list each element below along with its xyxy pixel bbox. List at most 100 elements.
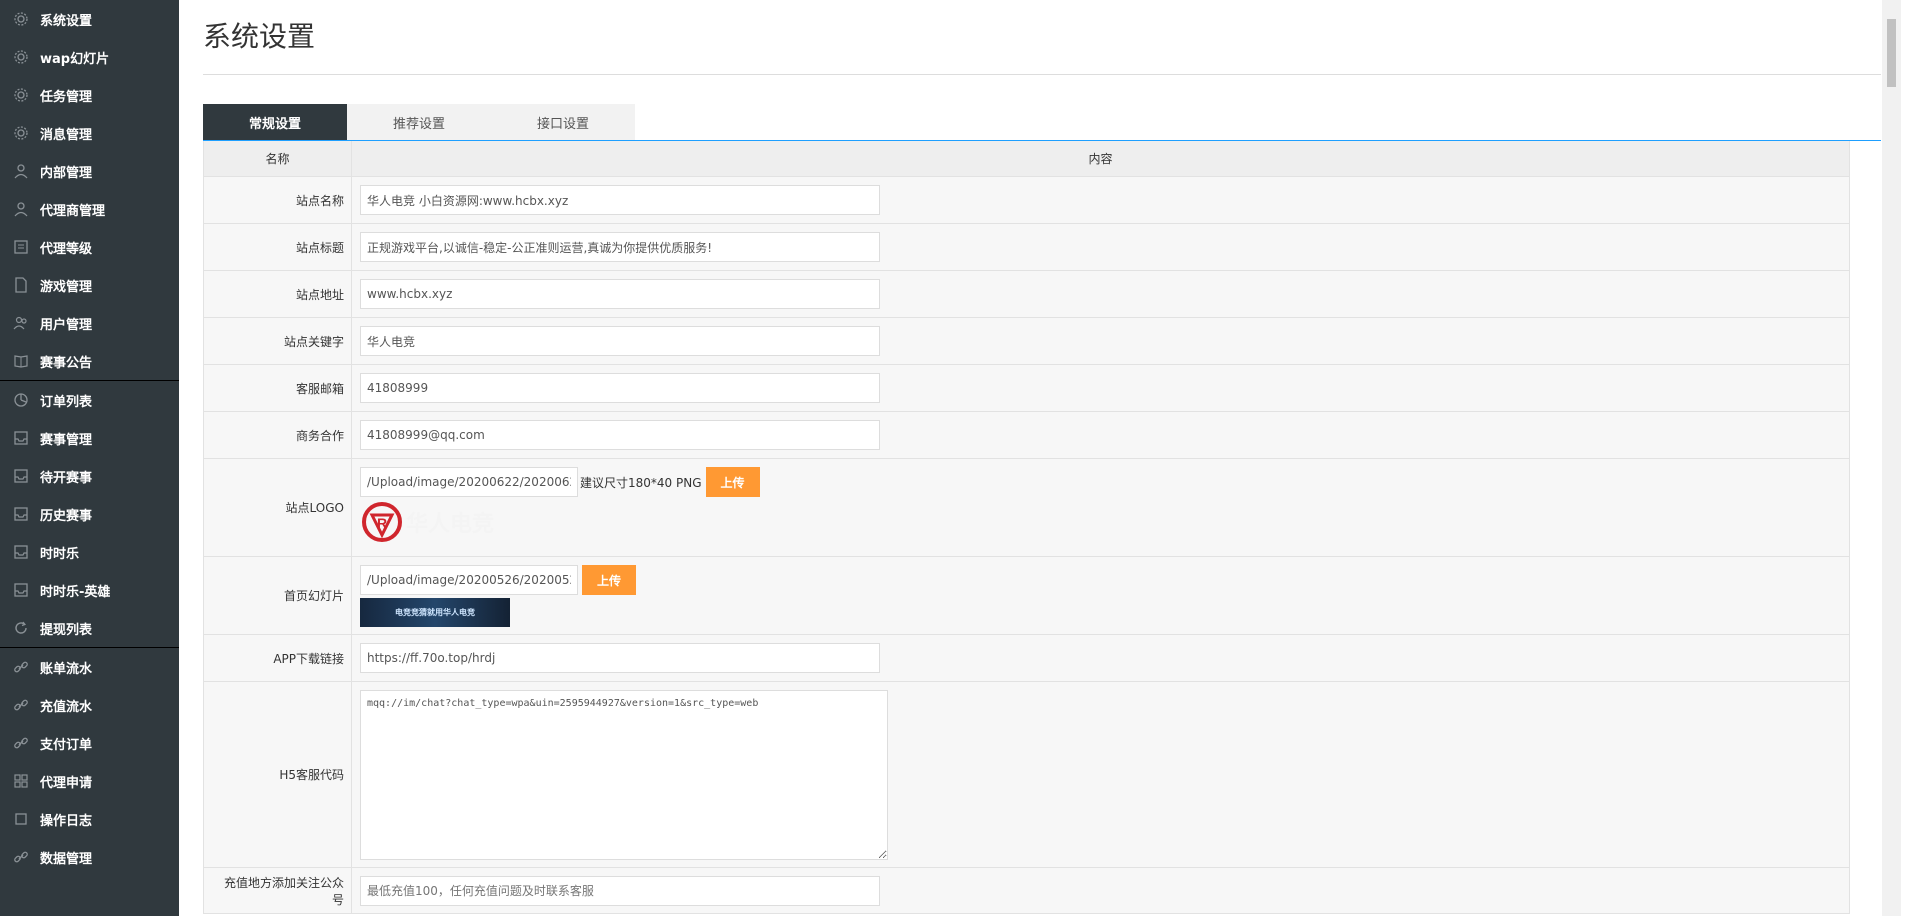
sidebar-item-7[interactable]: 代理等级 bbox=[0, 228, 179, 266]
sidebar-item-18[interactable]: 账单流水 bbox=[0, 648, 179, 686]
page-title: 系统设置 bbox=[203, 20, 316, 53]
table-row: 充值地方添加关注公众号 bbox=[204, 868, 1849, 914]
table-row: 站点地址 bbox=[204, 271, 1849, 318]
users-icon bbox=[12, 314, 30, 332]
sidebar-item-14[interactable]: 历史赛事 bbox=[0, 495, 179, 533]
sidebar-item-3[interactable]: 任务管理 bbox=[0, 76, 179, 114]
logo-size-hint: 建议尺寸180*40 PNG bbox=[580, 475, 702, 490]
gear-icon bbox=[12, 10, 30, 28]
sidebar-item-21[interactable]: 代理申请 bbox=[0, 762, 179, 800]
doc-box-icon bbox=[12, 238, 30, 256]
sidebar-item-23[interactable]: 数据管理 bbox=[0, 838, 179, 876]
link-icon bbox=[12, 696, 30, 714]
sidebar-item-12[interactable]: 赛事管理 bbox=[0, 419, 179, 457]
site-title-input[interactable] bbox=[360, 232, 880, 262]
logo-emblem-icon: R bbox=[362, 502, 402, 542]
sidebar-item-17[interactable]: 提现列表 bbox=[0, 609, 179, 647]
slide-banner-text: 电竞竞猜就用华人电竞 bbox=[395, 608, 475, 617]
site-name-input[interactable] bbox=[360, 185, 880, 215]
sidebar-item-label: 内部管理 bbox=[40, 165, 93, 181]
sidebar-item-11[interactable]: 订单列表 bbox=[0, 381, 179, 419]
tab-recommend-settings[interactable]: 推荐设置 bbox=[347, 104, 491, 140]
recharge-label: 充值地方添加关注公众号 bbox=[204, 868, 352, 913]
table-header: 名称 内容 bbox=[204, 141, 1849, 177]
inbox-icon bbox=[12, 581, 30, 599]
table-row: H5客服代码 mqq://im/chat?chat_type=wpa&uin=2… bbox=[204, 682, 1849, 868]
sidebar-item-label: 提现列表 bbox=[40, 622, 93, 638]
inbox-icon bbox=[12, 505, 30, 523]
slide-preview: 电竞竞猜就用华人电竞 bbox=[360, 598, 510, 627]
site-name-label: 站点名称 bbox=[204, 177, 352, 223]
sidebar-item-label: 任务管理 bbox=[40, 89, 93, 105]
sidebar-item-10[interactable]: 赛事公告 bbox=[0, 342, 179, 380]
h5-service-textarea[interactable]: mqq://im/chat?chat_type=wpa&uin=25959449… bbox=[360, 689, 888, 860]
sidebar-item-label: 操作日志 bbox=[40, 813, 93, 829]
sidebar-item-16[interactable]: 时时乐-英雄 bbox=[0, 571, 179, 609]
sidebar-item-6[interactable]: 代理商管理 bbox=[0, 190, 179, 228]
inbox-icon bbox=[12, 429, 30, 447]
sidebar-item-9[interactable]: 用户管理 bbox=[0, 304, 179, 342]
sidebar-item-label: 账单流水 bbox=[40, 661, 93, 677]
sidebar-item-8[interactable]: 游戏管理 bbox=[0, 266, 179, 304]
sidebar-item-label: 赛事公告 bbox=[40, 355, 93, 371]
table-row: 商务合作 bbox=[204, 412, 1849, 459]
sidebar-item-label: 赛事管理 bbox=[40, 432, 93, 448]
table-row: APP下载链接 bbox=[204, 635, 1849, 682]
gear-icon bbox=[12, 48, 30, 66]
site-url-input[interactable] bbox=[360, 279, 880, 309]
sidebar-item-label: 代理商管理 bbox=[40, 203, 106, 219]
sidebar-item-label: 代理等级 bbox=[40, 241, 93, 257]
site-title-label: 站点标题 bbox=[204, 224, 352, 270]
sidebar-item-5[interactable]: 内部管理 bbox=[0, 152, 179, 190]
tab-general-settings[interactable]: 常规设置 bbox=[203, 104, 347, 140]
tab-api-settings[interactable]: 接口设置 bbox=[491, 104, 635, 140]
business-input[interactable] bbox=[360, 420, 880, 450]
inbox-icon bbox=[12, 543, 30, 561]
square-icon bbox=[12, 810, 30, 828]
sidebar-item-label: 消息管理 bbox=[40, 127, 93, 143]
scroll-thumb[interactable] bbox=[1887, 19, 1896, 87]
sidebar-item-label: 时时乐 bbox=[40, 546, 80, 562]
gear-icon bbox=[12, 124, 30, 142]
sidebar-item-label: 支付订单 bbox=[40, 737, 93, 753]
logo-path-input[interactable] bbox=[360, 467, 578, 497]
sidebar-item-13[interactable]: 待开赛事 bbox=[0, 457, 179, 495]
sidebar-item-label: 时时乐-英雄 bbox=[40, 584, 111, 600]
user-icon bbox=[12, 200, 30, 218]
recharge-input[interactable] bbox=[360, 875, 880, 906]
slide-path-input[interactable] bbox=[360, 565, 578, 595]
logo-preview: R 华人电竞 bbox=[360, 501, 494, 543]
sidebar-item-label: 数据管理 bbox=[40, 851, 93, 867]
header-content: 内容 bbox=[1088, 152, 1113, 166]
sidebar-item-label: 代理申请 bbox=[40, 775, 93, 791]
page-scrollbar[interactable] bbox=[1882, 0, 1901, 916]
refresh-icon bbox=[12, 619, 30, 637]
sidebar-item-label: 系统设置 bbox=[40, 13, 93, 29]
link-icon bbox=[12, 658, 30, 676]
link-icon bbox=[12, 734, 30, 752]
grid-icon bbox=[12, 772, 30, 790]
sidebar-item-label: wap幻灯片 bbox=[40, 51, 110, 67]
business-label: 商务合作 bbox=[204, 412, 352, 458]
service-email-input[interactable] bbox=[360, 373, 880, 403]
sidebar-item-4[interactable]: 消息管理 bbox=[0, 114, 179, 152]
site-keywords-label: 站点关键字 bbox=[204, 318, 352, 364]
book-icon bbox=[12, 352, 30, 370]
slide-upload-button[interactable]: 上传 bbox=[582, 565, 636, 595]
sidebar-item-20[interactable]: 支付订单 bbox=[0, 724, 179, 762]
sidebar-item-22[interactable]: 操作日志 bbox=[0, 800, 179, 838]
sidebar-item-15[interactable]: 时时乐 bbox=[0, 533, 179, 571]
sidebar-item-2[interactable]: wap幻灯片 bbox=[0, 38, 179, 76]
app-link-input[interactable] bbox=[360, 643, 880, 673]
link-icon bbox=[12, 848, 30, 866]
file-icon bbox=[12, 276, 30, 294]
pie-chart-icon bbox=[12, 391, 30, 409]
logo-upload-button[interactable]: 上传 bbox=[705, 467, 760, 497]
sidebar-item-19[interactable]: 充值流水 bbox=[0, 686, 179, 724]
sidebar-item-label: 游戏管理 bbox=[40, 279, 93, 295]
settings-table: 名称 内容 站点名称 站点标题 站点地址 站点关键字 客服邮箱 商务合作 站 bbox=[203, 141, 1850, 914]
main-content: 系统设置 常规设置 推荐设置 接口设置 名称 内容 站点名称 站点标题 站点地址… bbox=[179, 0, 1901, 916]
service-email-label: 客服邮箱 bbox=[204, 365, 352, 411]
site-keywords-input[interactable] bbox=[360, 326, 880, 356]
sidebar-item-1[interactable]: 系统设置 bbox=[0, 0, 179, 38]
